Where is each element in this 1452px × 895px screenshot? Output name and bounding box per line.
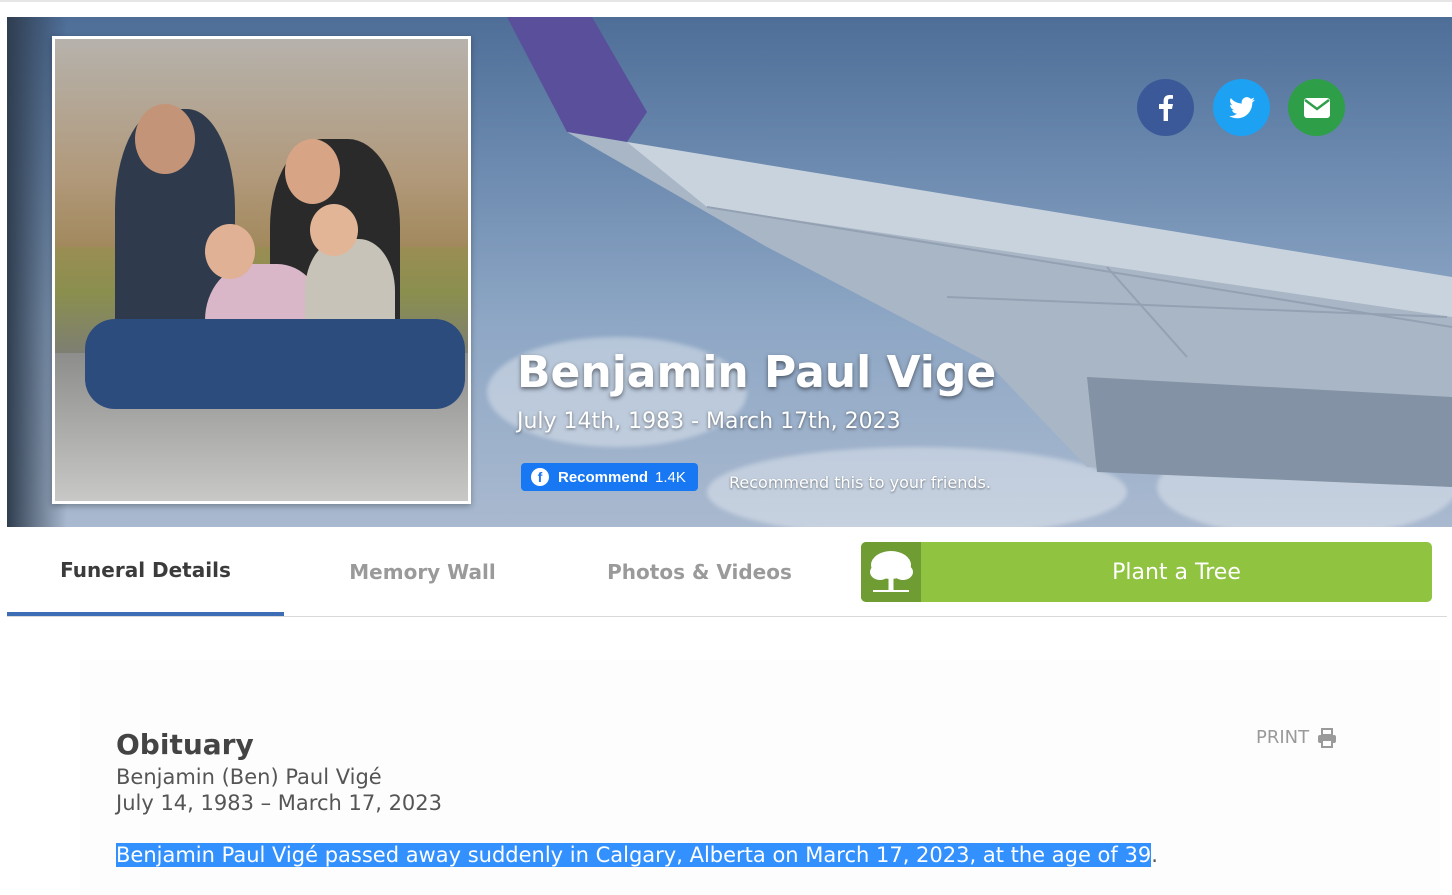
recommend-count: 1.4K xyxy=(655,468,686,486)
obituary-dates: July 14, 1983 – March 17, 2023 xyxy=(116,791,443,815)
tree-icon-box xyxy=(861,542,921,602)
person-head xyxy=(135,104,195,174)
recommend-text: Recommend this to your friends. xyxy=(729,473,991,492)
facebook-icon xyxy=(1158,94,1173,121)
tab-photos-videos[interactable]: Photos & Videos xyxy=(561,527,838,616)
child-head xyxy=(205,224,255,279)
email-icon xyxy=(1303,97,1330,118)
selected-text[interactable]: Benjamin Paul Vigé passed away suddenly … xyxy=(116,843,1152,867)
tree-icon xyxy=(870,551,913,592)
print-button[interactable]: PRINT xyxy=(1256,727,1337,748)
memorial-tabs: Funeral Details Memory Wall Photos & Vid… xyxy=(7,527,1447,617)
plant-a-tree-label: Plant a Tree xyxy=(1112,559,1241,585)
tab-funeral-details[interactable]: Funeral Details xyxy=(7,527,284,616)
profile-photo-frame xyxy=(52,36,471,504)
life-dates: July 14th, 1983 - March 17th, 2023 xyxy=(517,409,901,434)
obituary-full-name: Benjamin (Ben) Paul Vigé xyxy=(116,765,382,789)
plant-a-tree-button[interactable]: Plant a Tree xyxy=(861,542,1432,602)
twitter-icon xyxy=(1228,96,1255,118)
tab-memory-wall[interactable]: Memory Wall xyxy=(284,527,561,616)
deceased-name: Benjamin Paul Vige xyxy=(517,347,997,398)
hero-banner: Benjamin Paul Vige July 14th, 1983 - Mar… xyxy=(7,17,1452,527)
recommend-label: Recommend xyxy=(558,468,649,486)
twitter-share-button[interactable] xyxy=(1213,79,1270,136)
obituary-heading: Obituary xyxy=(116,728,254,761)
facebook-logo-icon: f xyxy=(531,468,549,486)
jeans xyxy=(85,319,465,409)
top-divider xyxy=(0,0,1452,2)
family-photo xyxy=(55,39,468,501)
paragraph-end: . xyxy=(1151,843,1158,867)
email-share-button[interactable] xyxy=(1288,79,1345,136)
facebook-share-button[interactable] xyxy=(1137,79,1194,136)
person-head xyxy=(285,139,340,204)
print-label: PRINT xyxy=(1256,727,1310,748)
printer-icon xyxy=(1318,727,1337,748)
child-head xyxy=(310,204,358,256)
facebook-recommend-button[interactable]: f Recommend 1.4K xyxy=(521,463,698,491)
obituary-paragraph[interactable]: Benjamin Paul Vigé passed away suddenly … xyxy=(116,843,1158,867)
